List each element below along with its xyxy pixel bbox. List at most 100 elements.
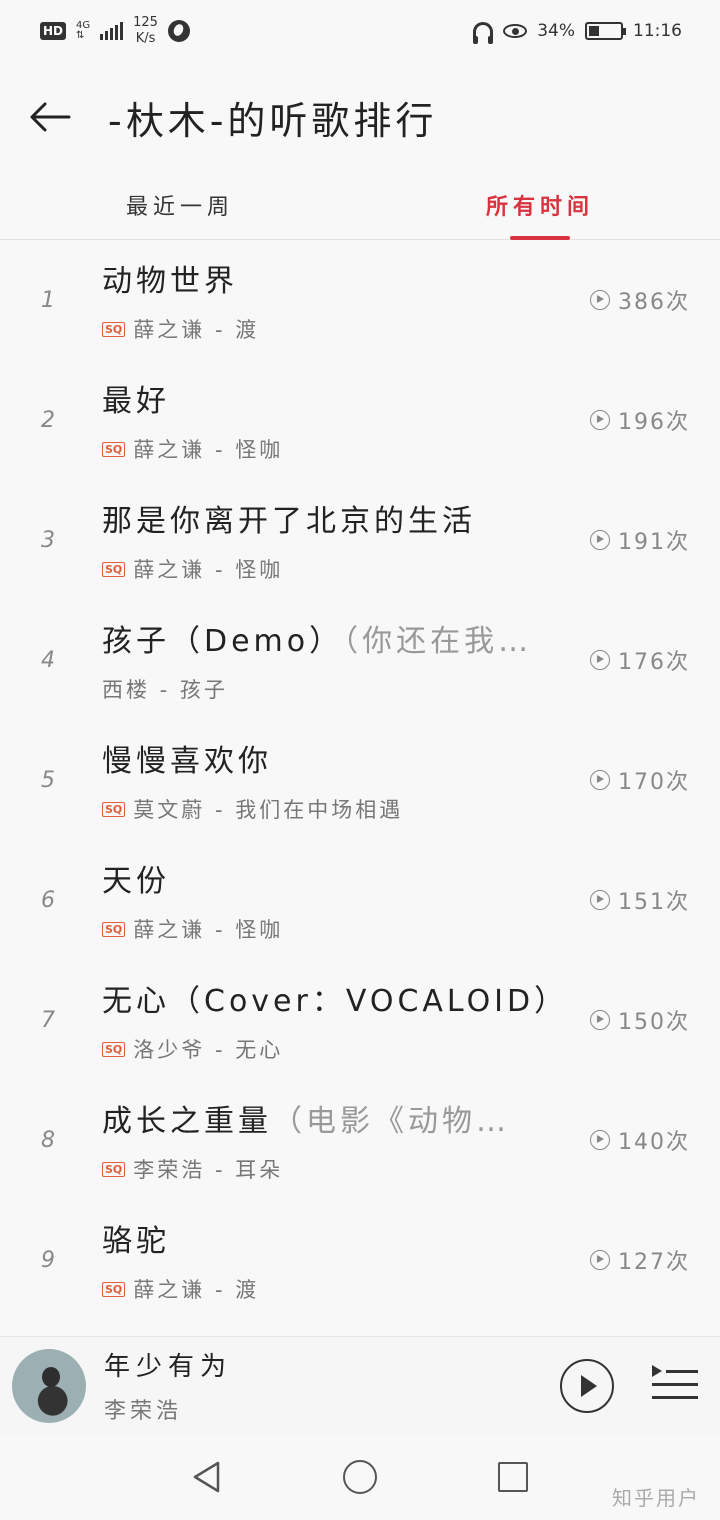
song-row[interactable]: 4 孩子（Demo）（你还在我… 西楼 - 孩子 176次 [0, 600, 720, 720]
play-count: 196次 [590, 360, 690, 480]
song-row[interactable]: 5 慢慢喜欢你 SQ 莫文蔚 - 我们在中场相遇 170次 [0, 720, 720, 840]
song-row[interactable]: 2 最好 SQ 薛之谦 - 怪咖 196次 [0, 360, 720, 480]
song-title-main: 孩子（Demo） [102, 624, 344, 659]
song-info: 慢慢喜欢你 SQ 莫文蔚 - 我们在中场相遇 [102, 736, 572, 824]
tab-bar: 最近一周 所有时间 [0, 170, 720, 240]
header: -杕木-的听歌排行 [0, 72, 720, 162]
song-title-main: 天份 [102, 864, 170, 899]
song-rank: 7 [41, 1007, 55, 1033]
nav-home-icon[interactable] [343, 1460, 377, 1494]
tab-recent-week[interactable]: 最近一周 [0, 170, 360, 239]
song-info: 动物世界 SQ 薛之谦 - 渡 [102, 256, 572, 344]
song-title: 慢慢喜欢你 [102, 736, 572, 780]
play-count-value: 150次 [618, 1010, 690, 1035]
song-info: 天份 SQ 薛之谦 - 怪咖 [102, 856, 572, 944]
battery-percent: 34% [537, 21, 575, 41]
sq-quality-badge: SQ [102, 321, 126, 337]
song-rank: 4 [41, 647, 55, 673]
play-button[interactable] [560, 1359, 614, 1413]
play-count-value: 151次 [618, 890, 690, 915]
tab-all-time[interactable]: 所有时间 [360, 170, 720, 240]
status-right: 34% 11:16 [473, 21, 682, 44]
sq-quality-badge: SQ [102, 921, 126, 937]
song-artist-album: 洛少爷 - 无心 [133, 1038, 284, 1062]
playlist-line [666, 1370, 698, 1373]
song-info: 最好 SQ 薛之谦 - 怪咖 [102, 376, 572, 464]
sq-quality-badge: SQ [102, 441, 126, 457]
hd-badge: HD [40, 22, 67, 40]
song-subtitle: SQ 薛之谦 - 怪咖 [102, 434, 572, 464]
song-rank: 8 [41, 1127, 55, 1153]
song-title: 最好 [102, 376, 572, 420]
song-subtitle: SQ 李荣浩 - 耳朵 [102, 1154, 572, 1184]
battery-icon [585, 22, 626, 40]
song-rank: 6 [41, 887, 55, 913]
sq-quality-badge: SQ [102, 561, 126, 577]
song-artist-album: 西楼 - 孩子 [102, 678, 228, 702]
playlist-line [652, 1383, 698, 1386]
sq-quality-badge: SQ [102, 801, 126, 817]
browser-globe-icon [167, 20, 190, 42]
nav-recents-icon[interactable] [498, 1462, 528, 1492]
nav-back-icon[interactable] [190, 1460, 224, 1494]
status-bar: HD 4G ⇅ 125 K/s 34% 11:16 [0, 0, 720, 62]
play-count-value: 191次 [618, 530, 690, 555]
song-rank: 1 [41, 287, 55, 313]
album-art[interactable] [12, 1348, 86, 1423]
song-row[interactable]: 1 动物世界 SQ 薛之谦 - 渡 386次 [0, 240, 720, 360]
playlist-icon [652, 1365, 662, 1377]
watermark: 知乎用户 [612, 1486, 700, 1510]
song-info: 无心（Cover：VOCALOID） SQ 洛少爷 - 无心 [102, 976, 572, 1064]
song-row[interactable]: 8 成长之重量（电影《动物… SQ 李荣浩 - 耳朵 140次 [0, 1080, 720, 1200]
song-rank: 9 [41, 1247, 55, 1273]
song-title: 成长之重量（电影《动物… [102, 1096, 572, 1140]
song-title-main: 成长之重量 [102, 1104, 272, 1139]
song-subtitle: SQ 薛之谦 - 怪咖 [102, 914, 572, 944]
song-subtitle: 西楼 - 孩子 [102, 674, 572, 704]
song-title: 那是你离开了北京的生活 [102, 496, 572, 540]
song-subtitle: SQ 薛之谦 - 怪咖 [102, 554, 572, 584]
song-info: 骆驼 SQ 薛之谦 - 渡 [102, 1216, 572, 1304]
play-circle-icon [590, 290, 610, 310]
play-circle-icon [590, 890, 610, 910]
mini-player[interactable]: 年少有为 李荣浩 [0, 1336, 720, 1434]
play-count: 151次 [590, 840, 690, 960]
play-count: 170次 [590, 720, 690, 840]
song-row[interactable]: 3 那是你离开了北京的生活 SQ 薛之谦 - 怪咖 191次 [0, 480, 720, 600]
song-list: 1 动物世界 SQ 薛之谦 - 渡 386次 2 最好 SQ 薛之谦 - 怪咖 … [0, 240, 720, 1320]
data-arrows-icon: ⇅ [76, 30, 85, 41]
song-artist-album: 莫文蔚 - 我们在中场相遇 [133, 798, 404, 822]
song-subtitle: SQ 薛之谦 - 渡 [102, 314, 572, 344]
song-title-main: 那是你离开了北京的生活 [102, 504, 476, 539]
status-left: HD 4G ⇅ 125 K/s [40, 15, 190, 47]
song-title: 骆驼 [102, 1216, 572, 1260]
now-playing-info[interactable]: 年少有为 李荣浩 [104, 1346, 504, 1425]
play-count-value: 170次 [618, 770, 690, 795]
playlist-button[interactable] [652, 1365, 698, 1407]
playlist-line [652, 1396, 698, 1399]
song-subtitle: SQ 莫文蔚 - 我们在中场相遇 [102, 794, 572, 824]
song-title-extra: （电影《动物… [272, 1104, 510, 1139]
battery-fill [589, 26, 600, 36]
song-artist-album: 薛之谦 - 渡 [133, 1278, 260, 1302]
speed-unit: K/s [135, 31, 156, 46]
eye-comfort-icon [503, 24, 528, 38]
song-artist-album: 薛之谦 - 怪咖 [133, 438, 284, 462]
play-count-value: 127次 [618, 1250, 690, 1275]
play-count: 176次 [590, 600, 690, 720]
song-title-main: 动物世界 [102, 264, 238, 299]
tab-label: 最近一周 [125, 194, 234, 220]
back-button[interactable] [0, 72, 100, 162]
song-rank: 3 [41, 527, 55, 553]
song-rank: 2 [41, 407, 55, 433]
play-circle-icon [590, 1250, 610, 1270]
song-title: 天份 [102, 856, 572, 900]
sq-quality-badge: SQ [102, 1281, 126, 1297]
song-info: 孩子（Demo）（你还在我… 西楼 - 孩子 [102, 616, 572, 704]
song-row[interactable]: 9 骆驼 SQ 薛之谦 - 渡 127次 [0, 1200, 720, 1320]
song-row[interactable]: 7 无心（Cover：VOCALOID） SQ 洛少爷 - 无心 150次 [0, 960, 720, 1080]
song-title: 动物世界 [102, 256, 572, 300]
play-count-value: 196次 [618, 410, 690, 435]
song-row[interactable]: 6 天份 SQ 薛之谦 - 怪咖 151次 [0, 840, 720, 960]
play-count: 140次 [590, 1080, 690, 1200]
